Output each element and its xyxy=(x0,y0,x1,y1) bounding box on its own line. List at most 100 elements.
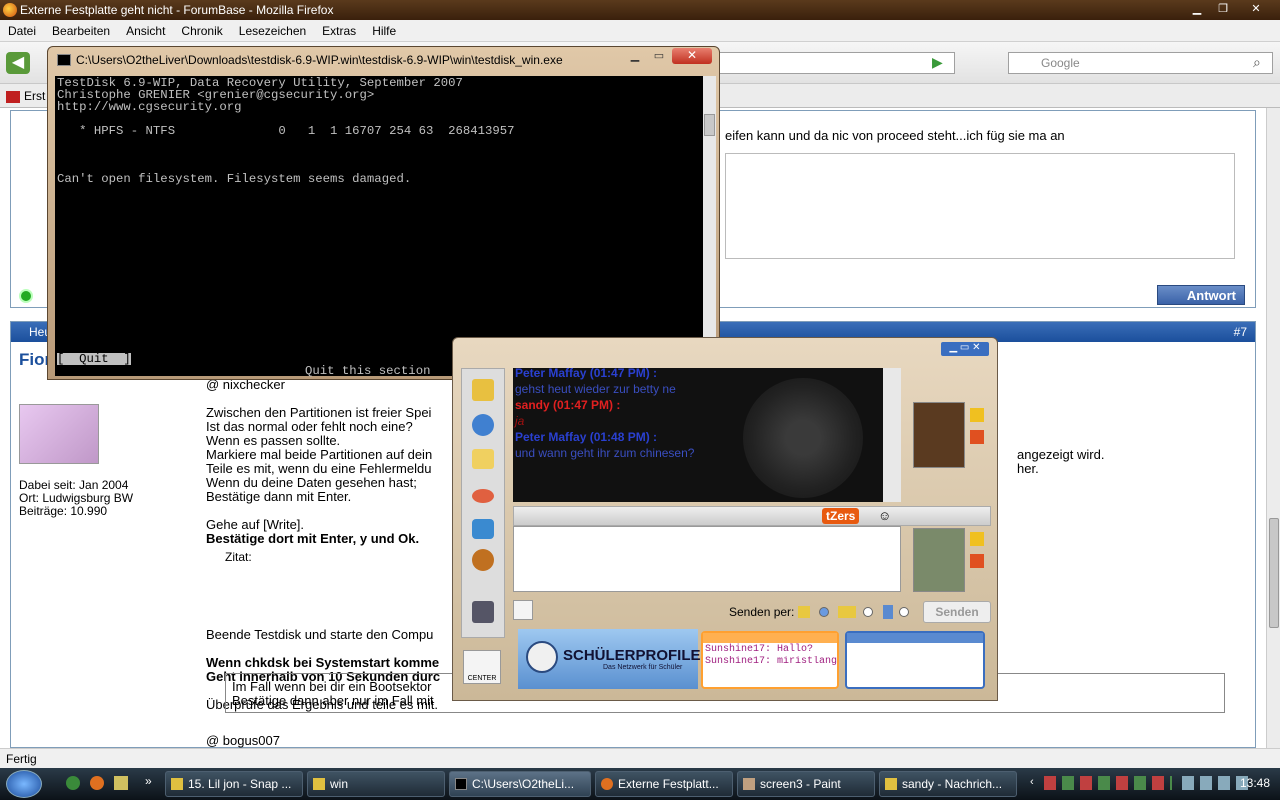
console-maximize-button[interactable]: ▭ xyxy=(648,49,670,65)
popup-line: Sunshine17: Hallo? xyxy=(705,644,814,655)
menu-chronik[interactable]: Chronik xyxy=(173,20,230,42)
send-via-radio[interactable] xyxy=(863,607,873,617)
tray-expand-icon[interactable]: ‹ xyxy=(1030,776,1034,788)
console-scrollbar[interactable] xyxy=(703,76,716,376)
monkey-icon[interactable] xyxy=(472,549,494,571)
maximize-button[interactable]: ❐ xyxy=(1210,1,1236,17)
task-label: 15. Lil jon - Snap ... xyxy=(188,777,292,791)
popup-header xyxy=(847,633,983,643)
globe-icon[interactable] xyxy=(472,414,494,436)
quit-hint: Quit this section xyxy=(305,364,431,378)
start-button[interactable] xyxy=(6,770,42,798)
bookmark-label[interactable]: Erst xyxy=(24,89,45,103)
menu-lesezeichen[interactable]: Lesezeichen xyxy=(231,20,314,42)
send-via-sms-icon[interactable] xyxy=(838,606,856,618)
task-label: win xyxy=(330,777,349,791)
console-minimize-button[interactable]: ▁ xyxy=(624,49,646,65)
scroll-thumb[interactable] xyxy=(1269,518,1279,628)
own-info-icon[interactable] xyxy=(970,532,984,546)
smiley-icon[interactable]: ☺ xyxy=(878,508,891,523)
status-man-icon[interactable] xyxy=(513,600,533,620)
send-via-radio[interactable] xyxy=(899,607,909,617)
message-input[interactable] xyxy=(513,526,901,592)
window-titlebar: Externe Festplatte geht nicht - ForumBas… xyxy=(0,0,1280,20)
task-console[interactable]: C:\Users\O2theLi... xyxy=(449,771,591,797)
bottle-icon[interactable] xyxy=(472,601,494,623)
send-via-radio[interactable] xyxy=(819,607,829,617)
menu-datei[interactable]: Datei xyxy=(0,20,44,42)
quicklaunch-icon[interactable] xyxy=(114,776,128,790)
chat-history[interactable]: Peter Maffay (01:47 PM) : gehst heut wie… xyxy=(513,368,883,502)
console-scroll-thumb[interactable] xyxy=(704,114,715,136)
quicklaunch-firefox-icon[interactable] xyxy=(90,776,104,790)
console-close-button[interactable]: ✕ xyxy=(672,48,712,64)
icq-flower-watermark xyxy=(743,378,863,498)
icq-window-controls[interactable]: ▁ ▭ ✕ xyxy=(941,342,989,356)
home-icon[interactable] xyxy=(970,430,984,444)
reply-label: Antwort xyxy=(1186,288,1236,303)
clock[interactable]: 13:48 xyxy=(1240,776,1270,790)
chat-sender: Peter Maffay (01:47 PM) : xyxy=(515,368,658,380)
go-icon[interactable]: ▶ xyxy=(932,54,943,71)
page-scrollbar[interactable] xyxy=(1266,108,1280,748)
console-line: * HPFS - NTFS 0 1 1 16707 254 63 2684139… xyxy=(57,124,515,138)
post-number[interactable]: #7 xyxy=(1234,322,1247,342)
window-title: Externe Festplatte geht nicht - ForumBas… xyxy=(20,3,334,17)
menu-extras[interactable]: Extras xyxy=(314,20,364,42)
notification-popup-empty[interactable] xyxy=(845,631,985,689)
task-icq[interactable]: sandy - Nachrich... xyxy=(879,771,1017,797)
info-icon[interactable] xyxy=(970,408,984,422)
post-upper-box xyxy=(725,153,1235,259)
send-via-mobile-icon[interactable] xyxy=(883,605,893,619)
status-text: Fertig xyxy=(6,752,37,766)
banner-title: SCHÜLERPROFILE xyxy=(563,647,701,664)
quicklaunch-icon[interactable] xyxy=(66,776,80,790)
bookmark-icon xyxy=(6,90,20,103)
close-button[interactable]: ✕ xyxy=(1243,1,1269,17)
url-bar[interactable] xyxy=(715,52,955,74)
task-paint[interactable]: screen3 - Paint xyxy=(737,771,875,797)
quit-button[interactable]: [ Quit ] xyxy=(57,353,131,365)
center-button[interactable]: CENTER xyxy=(463,650,501,684)
schuelerprofile-banner[interactable]: SCHÜLERPROFILE Das Netzwerk für Schüler xyxy=(518,629,701,689)
body-line: Wenn du deine Daten gesehen hast; xyxy=(206,475,417,490)
folder-icon xyxy=(313,778,325,790)
menu-ansicht[interactable]: Ansicht xyxy=(118,20,173,42)
online-icon xyxy=(19,289,33,303)
body-line: Ist das normal oder fehlt noch eine? xyxy=(206,419,413,434)
firefox-icon xyxy=(3,3,17,17)
messages-icon[interactable] xyxy=(472,449,494,469)
menu-hilfe[interactable]: Hilfe xyxy=(364,20,404,42)
send-via-message-icon[interactable] xyxy=(798,606,810,618)
lips-icon[interactable] xyxy=(472,489,494,503)
tray-icons[interactable] xyxy=(1044,776,1172,790)
notes-icon[interactable] xyxy=(472,379,494,401)
post-upper-text: eifen kann und da nic von proceed steht.… xyxy=(725,128,1065,143)
task-winamp[interactable]: 15. Lil jon - Snap ... xyxy=(165,771,303,797)
phone-icon[interactable] xyxy=(472,519,494,539)
quicklaunch-more-icon[interactable]: » xyxy=(145,774,152,788)
minimize-button[interactable]: ▁ xyxy=(1184,1,1210,17)
send-button[interactable]: Senden xyxy=(923,601,991,623)
notification-popup[interactable]: Sunshine17: Hallo? Sunshine17: miristlan… xyxy=(701,631,839,689)
chat-scrollbar[interactable] xyxy=(883,368,901,502)
body-fragment: angezeigt wird. xyxy=(1017,447,1105,462)
task-win[interactable]: win xyxy=(307,771,445,797)
reply-button[interactable]: Antwort xyxy=(1157,285,1245,305)
task-firefox[interactable]: Externe Festplatt... xyxy=(595,771,733,797)
body-fragment: her. xyxy=(1017,461,1039,476)
console-output[interactable]: TestDisk 6.9-WIP, Data Recovery Utility,… xyxy=(55,76,703,378)
search-input[interactable]: Google xyxy=(1008,52,1273,74)
back-icon[interactable]: ◀ xyxy=(6,52,30,74)
menu-bearbeiten[interactable]: Bearbeiten xyxy=(44,20,118,42)
quote-label: Zitat: xyxy=(225,550,252,564)
menu-bar: Datei Bearbeiten Ansicht Chronik Lesezeichen… xyxy=(0,20,1280,42)
body-line: Bestätige dann mit Enter. xyxy=(206,489,352,504)
format-toolbar: tZers ☺ xyxy=(513,506,991,526)
own-home-icon[interactable] xyxy=(970,554,984,568)
banner-subtitle: Das Netzwerk für Schüler xyxy=(603,664,683,671)
tzers-button[interactable]: tZers xyxy=(822,508,860,524)
chat-sender: Peter Maffay (01:48 PM) : xyxy=(515,430,658,444)
search-icon[interactable]: ⌕ xyxy=(1253,54,1261,71)
own-avatar xyxy=(913,528,965,592)
